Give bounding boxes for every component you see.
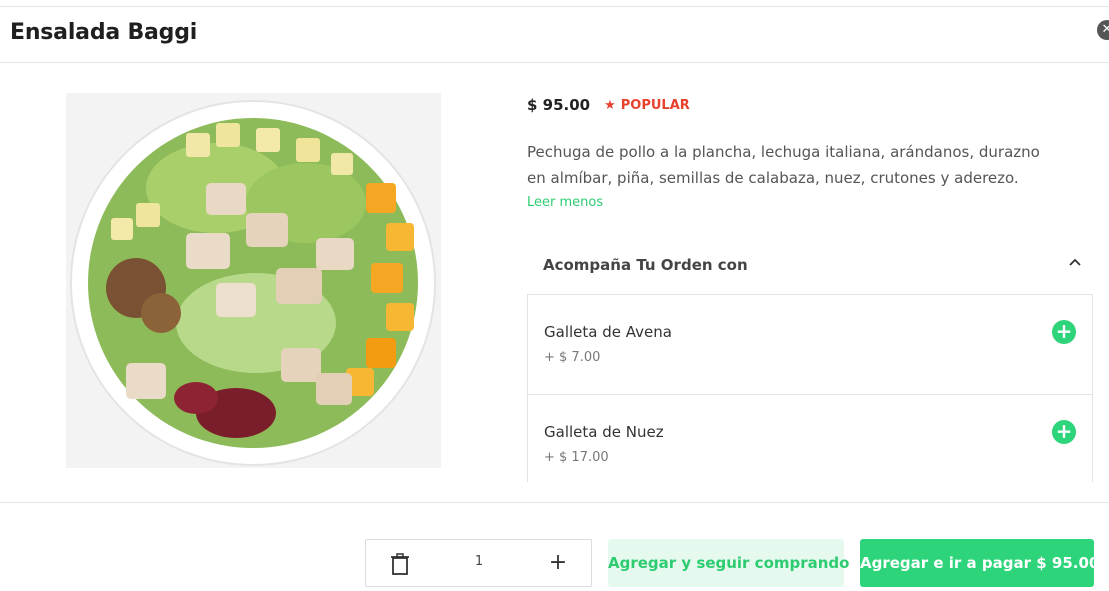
footer-divider [0,502,1109,503]
product-price: $ 95.00 [527,96,591,114]
add-and-continue-button[interactable]: Agregar y seguir comprando [608,539,849,587]
close-icon[interactable]: ✕ [1097,20,1109,40]
product-image [66,93,441,468]
product-title: Ensalada Baggi [10,20,198,45]
star-icon: ★ [604,97,616,113]
read-less-link[interactable]: Leer menos [527,195,603,210]
extras-section-title: Acompaña Tu Orden con [543,256,748,274]
add-extra-button[interactable]: + [1052,320,1076,344]
salad-bowl-photo-icon [66,93,441,468]
modal-header: Ensalada Baggi ✕ [0,7,1109,63]
extra-name: Galleta de Nuez [544,423,664,441]
extra-price: + $ 17.00 [544,450,609,465]
product-description: Pechuga de pollo a la plancha, lechuga i… [527,143,1040,187]
quantity-stepper: 1 + [365,539,592,587]
add-extra-button[interactable]: + [1052,420,1076,444]
price-row: $ 95.00 ★ POPULAR [527,96,690,114]
extra-name: Galleta de Avena [544,323,672,341]
chevron-up-icon[interactable] [1067,255,1083,271]
add-and-pay-button[interactable]: Agregar e ir a pagar $ 95.00 [860,539,1099,587]
extra-price: + $ 7.00 [544,350,601,365]
popular-badge: ★ POPULAR [604,98,690,113]
trash-icon[interactable] [390,553,410,575]
list-item: Galleta de Nuez + $ 17.00 + [528,395,1092,482]
plus-icon: + [1055,319,1073,343]
popular-label: POPULAR [620,97,690,113]
extras-section-header[interactable]: Acompaña Tu Orden con [527,239,1093,294]
extras-list: Galleta de Avena + $ 7.00 + Galleta de N… [527,294,1093,482]
product-modal: Ensalada Baggi ✕ $ 95.00 ★ POPULAR Pechu… [0,6,1109,591]
list-item: Galleta de Avena + $ 7.00 + [528,295,1092,395]
increment-plus-icon[interactable]: + [546,551,570,575]
plus-icon: + [1055,419,1073,443]
quantity-value: 1 [474,554,484,569]
